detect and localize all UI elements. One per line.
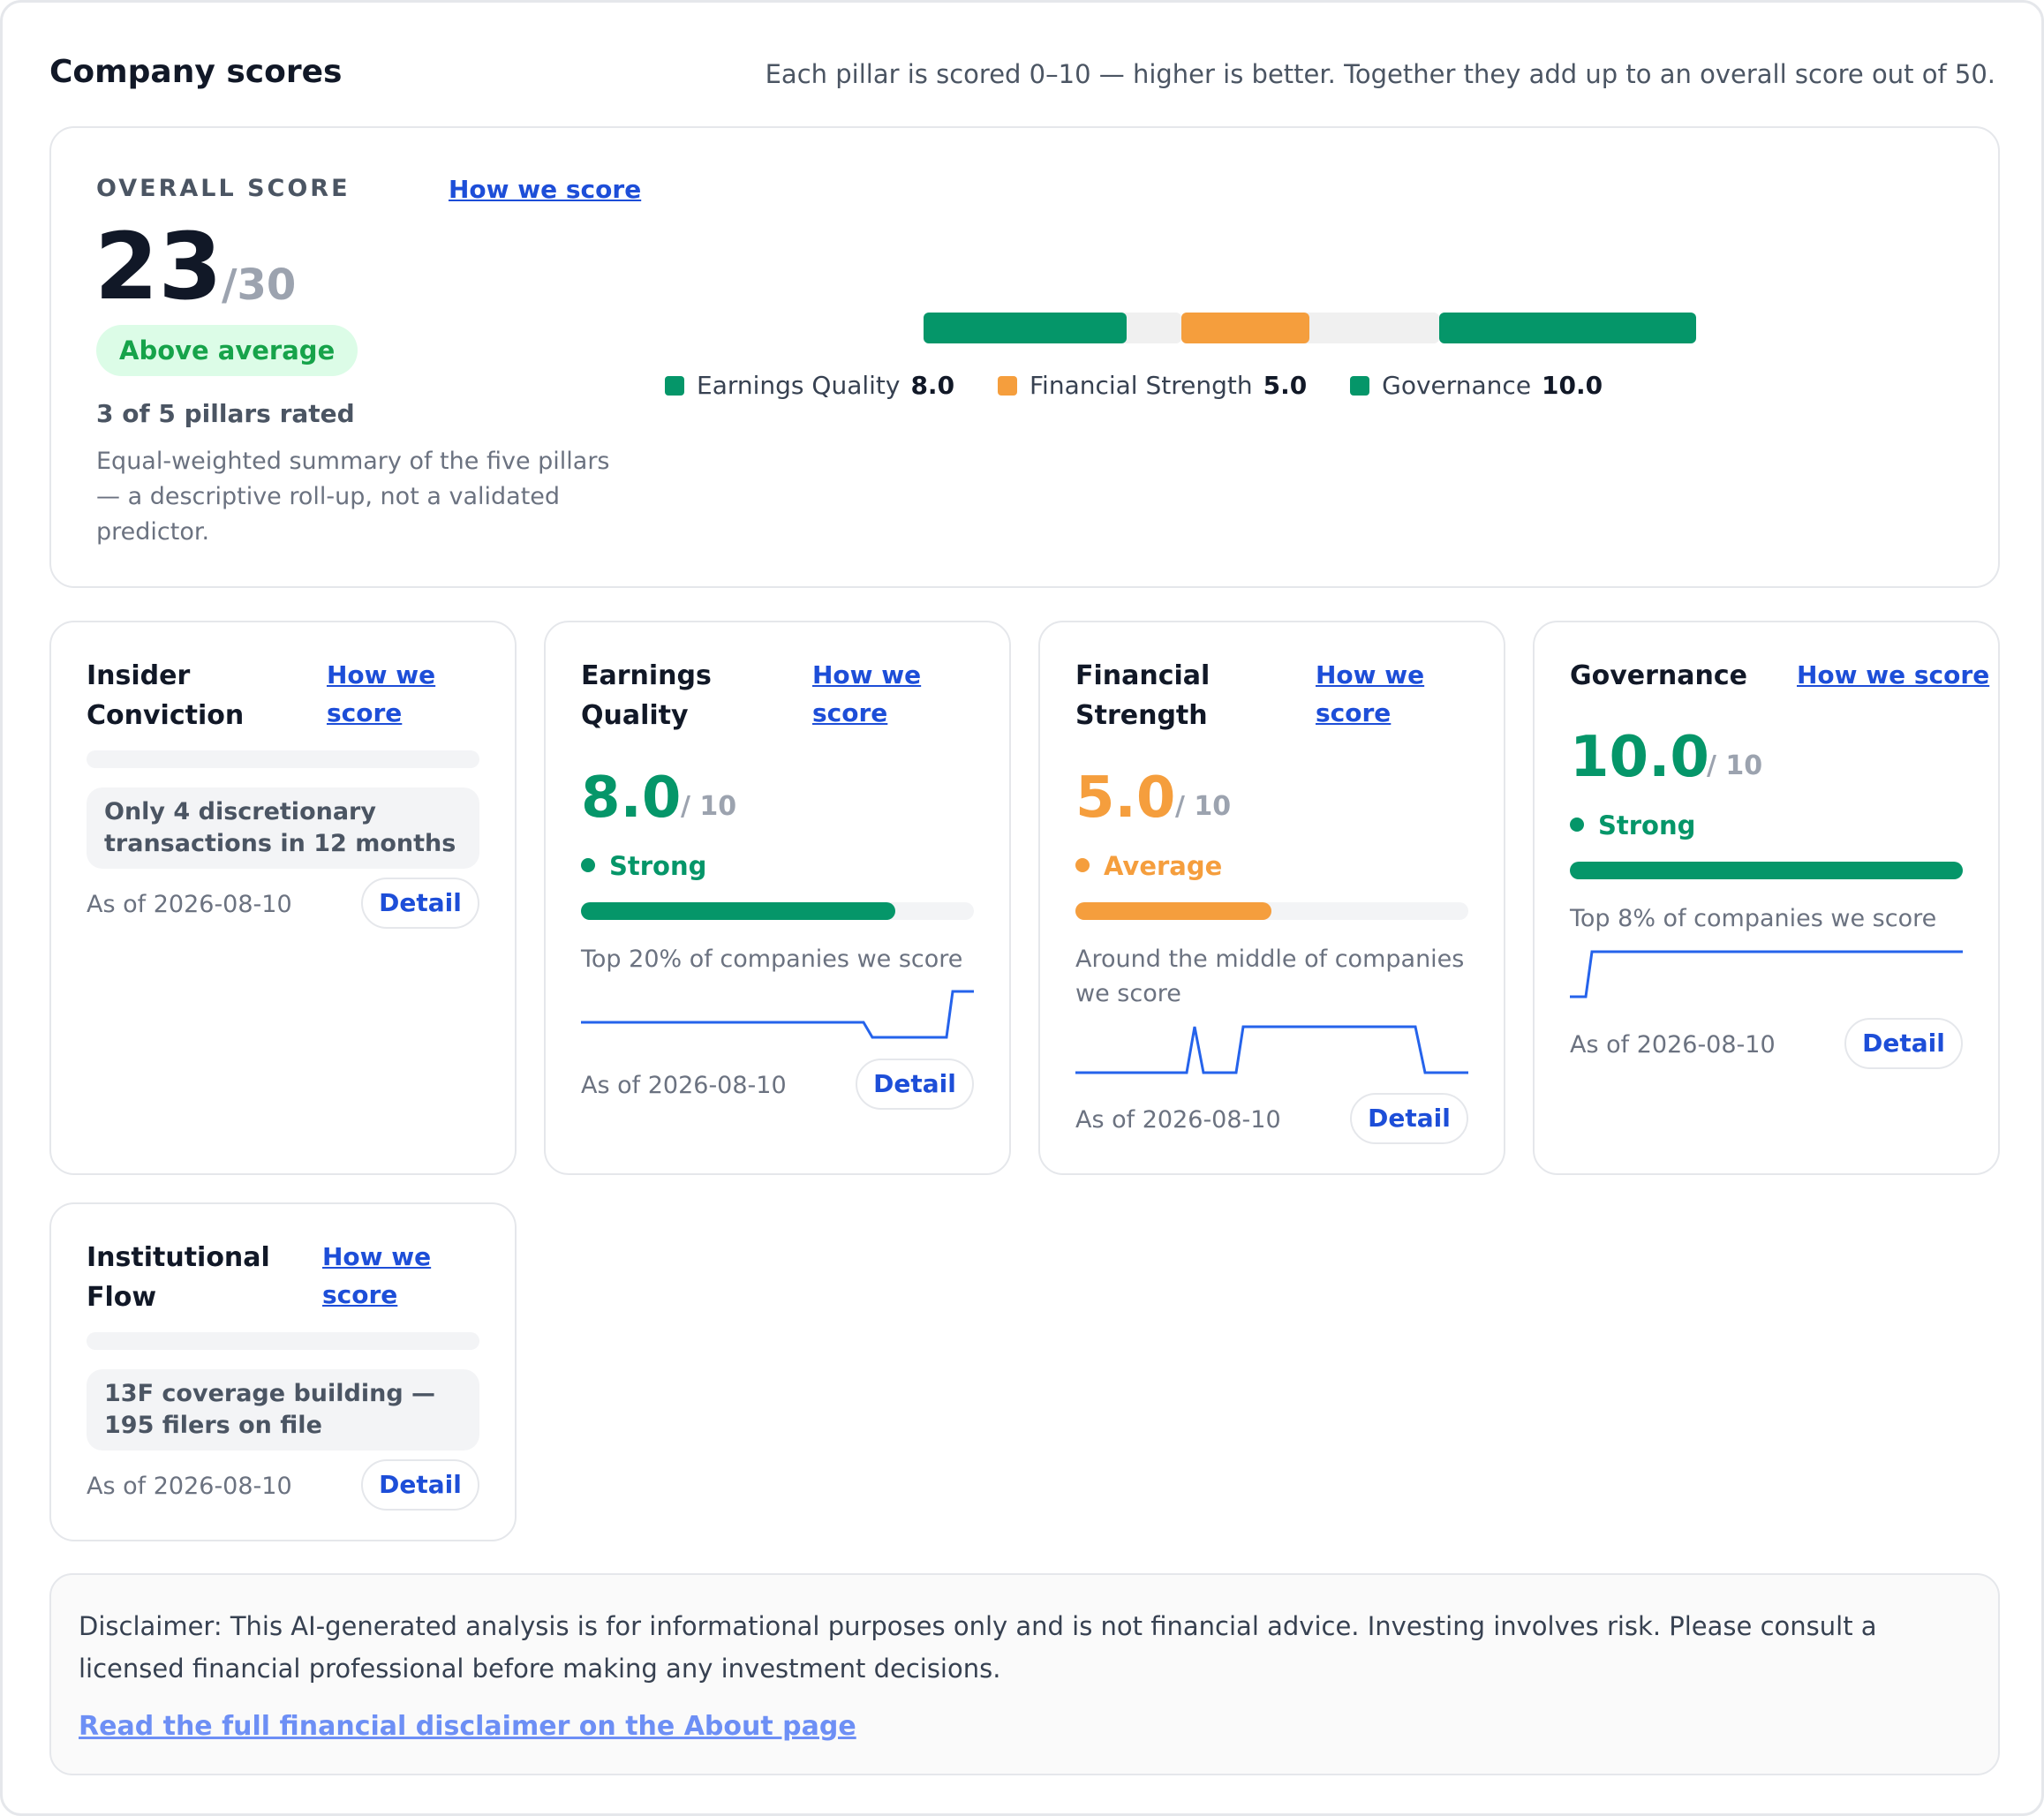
pillar-status-note: 13F coverage building — 195 filers on fi…: [87, 1369, 479, 1451]
score-legend: Earnings Quality 8.0 Financial Strength 5.…: [665, 371, 1638, 400]
pillar-score-max: / 10: [1175, 791, 1232, 822]
overall-rating-badge: Above average: [96, 325, 358, 376]
pillar-rank-text: Around the middle of companies we score: [1075, 946, 1465, 1007]
pillar-score-track: [581, 902, 974, 920]
legend-label: Governance: [1382, 371, 1532, 400]
pillar-score-max: / 10: [1707, 750, 1763, 781]
pillar-title: Earnings Quality: [581, 660, 712, 731]
pillar-score-fill: [1570, 862, 1963, 879]
score-composition-bar: [924, 313, 1696, 343]
legend-label: Financial Strength: [1029, 371, 1253, 400]
pillar-card-financial-strength: Financial Strength How we score 5.0 / 10 A…: [1038, 621, 1505, 1175]
how-we-score-link[interactable]: How we score: [812, 656, 921, 732]
overall-how-we-score-link[interactable]: How we score: [449, 175, 641, 204]
earnings-quality-segment-fill: [924, 313, 1127, 343]
status-dot-icon: [1075, 858, 1090, 872]
company-scores-panel: Company scores Each pillar is scored 0–1…: [0, 0, 2044, 1816]
pillar-title: Governance: [1570, 660, 1748, 691]
pillar-rank-text: Top 8% of companies we score: [1570, 905, 1937, 932]
overall-score-card: OVERALL SCORE How we score 23 /30 Above …: [49, 126, 2000, 588]
pillar-score-max: / 10: [681, 791, 737, 822]
pillars-rated-count: 3 of 5 pillars rated: [96, 399, 355, 428]
legend-value: 8.0: [910, 371, 955, 400]
unrated-score-track: [87, 750, 479, 768]
pillar-score-track: [1570, 862, 1963, 879]
as-of-date: As of 2026-08-10: [1075, 1106, 1281, 1134]
pillar-status: Strong: [1570, 810, 1695, 840]
status-dot-icon: [581, 858, 595, 872]
pillar-trend-sparkline: [1075, 1025, 1468, 1074]
as-of-date: As of 2026-08-10: [1570, 1031, 1776, 1059]
pillar-score: 5.0: [1075, 765, 1176, 831]
pillar-card-earnings-quality: Earnings Quality How we score 8.0 / 10 Str…: [544, 621, 1011, 1175]
detail-button[interactable]: Detail: [361, 878, 479, 929]
pillar-score: 10.0: [1570, 725, 1709, 790]
pillar-card-governance: Governance How we score 10.0 / 10 Strong…: [1533, 621, 2000, 1175]
as-of-date: As of 2026-08-10: [581, 1072, 787, 1099]
how-we-score-link[interactable]: How we score: [1797, 656, 1989, 694]
pillar-status: Strong: [581, 851, 706, 881]
pillar-score-track: [1075, 902, 1468, 920]
legend-label: Earnings Quality: [697, 371, 901, 400]
as-of-date: As of 2026-08-10: [87, 1473, 292, 1500]
detail-button[interactable]: Detail: [361, 1459, 479, 1511]
pillar-score: 8.0: [581, 765, 682, 831]
pillar-rank-text: Top 20% of companies we score: [581, 946, 963, 973]
pillar-title: Financial Strength: [1075, 660, 1211, 731]
pillar-title: Insider Conviction: [87, 660, 245, 731]
pillar-trend-sparkline: [1570, 950, 1963, 998]
legend-swatch: [1350, 376, 1370, 396]
legend-item-governance: Governance 10.0: [1350, 371, 1603, 400]
legend-item-earnings-quality: Earnings Quality 8.0: [665, 371, 954, 400]
how-we-score-link[interactable]: How we score: [327, 656, 435, 732]
as-of-date: As of 2026-08-10: [87, 891, 292, 918]
legend-item-financial-strength: Financial Strength 5.0: [997, 371, 1308, 400]
pillar-status-note: Only 4 discretionary transactions in 12 …: [87, 787, 479, 869]
legend-value: 10.0: [1542, 371, 1603, 400]
pillar-trend-sparkline: [581, 990, 974, 1039]
legend-value: 5.0: [1263, 371, 1308, 400]
unrated-score-track: [87, 1332, 479, 1350]
overall-score-note: Equal-weighted summary of the five pilla…: [96, 448, 610, 546]
pillar-card-institutional-flow: Institutional Flow How we score 13F covera…: [49, 1202, 517, 1541]
detail-button[interactable]: Detail: [1350, 1093, 1468, 1144]
detail-button[interactable]: Detail: [1844, 1018, 1963, 1069]
pillar-title: Institutional Flow: [87, 1242, 270, 1313]
overall-score-value: 23: [94, 213, 223, 320]
financial-strength-segment-fill: [1181, 313, 1309, 343]
overall-score-label: OVERALL SCORE: [96, 175, 351, 202]
detail-button[interactable]: Detail: [856, 1059, 974, 1110]
page-subtitle: Each pillar is scored 0–10 — higher is b…: [765, 59, 1995, 89]
pillar-score-fill: [581, 902, 895, 920]
disclaimer-text: Disclaimer: This AI-generated analysis i…: [79, 1611, 1877, 1684]
legend-swatch: [997, 376, 1017, 396]
status-dot-icon: [1570, 818, 1584, 832]
pillar-score-fill: [1075, 902, 1271, 920]
pillar-card-insider-conviction: Insider Conviction How we score Only 4 dis…: [49, 621, 517, 1175]
disclaimer-about-link[interactable]: Read the full financial disclaimer on th…: [79, 1711, 856, 1742]
how-we-score-link[interactable]: How we score: [322, 1238, 431, 1314]
page-title: Company scores: [49, 54, 343, 90]
how-we-score-link[interactable]: How we score: [1316, 656, 1424, 732]
governance-segment-fill: [1439, 313, 1696, 343]
pillar-status: Average: [1075, 851, 1222, 881]
disclaimer-box: Disclaimer: This AI-generated analysis i…: [49, 1573, 2000, 1775]
legend-swatch: [665, 376, 684, 396]
overall-score-max: /30: [222, 260, 297, 310]
